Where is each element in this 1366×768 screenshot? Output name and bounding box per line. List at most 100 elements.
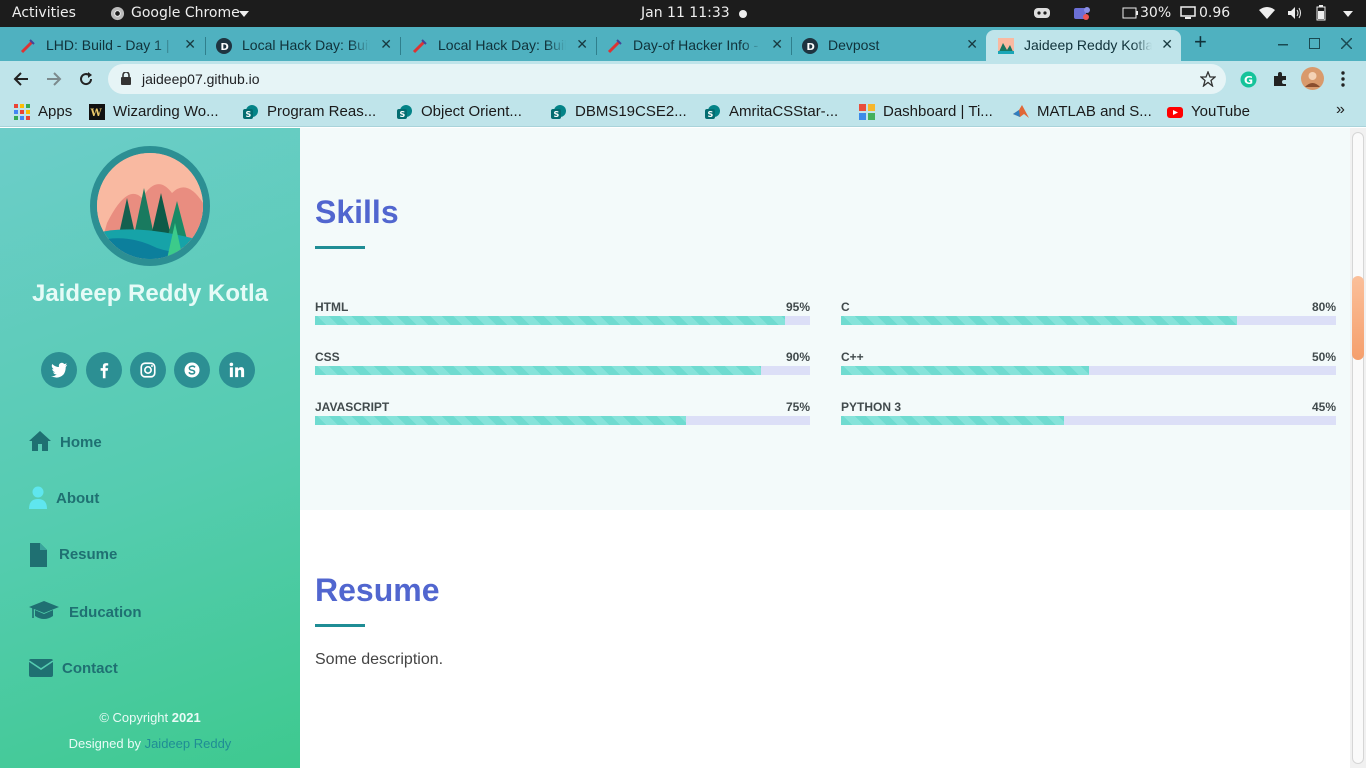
file-icon <box>30 543 47 567</box>
tab-lhd-build-day1[interactable]: LHD: Build - Day 1 | M ✕ <box>8 30 204 61</box>
svg-text:S: S <box>708 110 714 119</box>
page-scrollbar[interactable] <box>1350 128 1366 768</box>
tab-title: Day-of Hacker Info - <box>633 37 759 53</box>
system-menu-chevron-icon[interactable] <box>1343 11 1353 17</box>
skill-percent: 95% <box>785 300 810 314</box>
new-tab-button[interactable]: + <box>1194 29 1207 55</box>
skill-name: C++ <box>841 350 864 364</box>
tab-local-hack-day-2[interactable]: Local Hack Day: Build ✕ <box>400 30 596 61</box>
skype-icon <box>184 362 200 378</box>
facebook-link[interactable] <box>86 352 122 388</box>
notification-dot-icon <box>739 10 747 18</box>
close-tab-icon[interactable]: ✕ <box>576 36 588 53</box>
extensions-puzzle-icon[interactable] <box>1272 71 1288 87</box>
bookmark-label: AmritaCSStar-... <box>729 103 839 120</box>
svg-text:S: S <box>246 110 252 119</box>
app-menu[interactable]: Google Chrome <box>131 5 240 21</box>
bookmark-label: YouTube <box>1191 103 1250 120</box>
sharepoint-icon: S <box>397 105 412 119</box>
profile-name: Jaideep Reddy Kotla <box>31 280 269 307</box>
sharepoint-icon: S <box>705 105 720 119</box>
teams-icon[interactable] <box>1073 5 1091 21</box>
nav-label: About <box>56 490 100 507</box>
close-tab-icon[interactable]: ✕ <box>1161 36 1173 53</box>
skill-name: JAVASCRIPT <box>315 400 390 414</box>
resume-description: Some description. <box>315 651 444 668</box>
svg-text:W: W <box>90 108 103 119</box>
bookmarks-overflow-chevron-icon[interactable]: » <box>1336 101 1345 119</box>
envelope-icon <box>28 659 54 677</box>
maximize-icon[interactable] <box>1309 38 1320 49</box>
chrome-menu-icon[interactable] <box>1341 71 1345 87</box>
lhd-icon <box>20 39 35 54</box>
forward-arrow-icon[interactable] <box>46 71 62 87</box>
svg-text:S: S <box>400 110 406 119</box>
skill-track <box>315 316 810 325</box>
discord-icon[interactable] <box>1033 6 1051 20</box>
activities-button[interactable]: Activities <box>12 5 76 21</box>
tab-title: Local Hack Day: Build <box>438 37 566 53</box>
wifi-icon[interactable] <box>1259 6 1275 20</box>
tab-day-of-hacker-info[interactable]: Day-of Hacker Info - ✕ <box>595 30 791 61</box>
close-tab-icon[interactable]: ✕ <box>966 36 978 53</box>
copyright-year: 2021 <box>171 710 201 725</box>
tab-devpost[interactable]: D Devpost ✕ <box>790 30 986 61</box>
resume-section: Resume Some description. <box>300 510 1350 768</box>
address-bar[interactable]: jaideep07.github.io <box>108 64 1226 94</box>
battery-icon[interactable] <box>1316 5 1326 21</box>
instagram-link[interactable] <box>130 352 166 388</box>
browser-toolbar: jaideep07.github.io G <box>0 61 1366 97</box>
clock[interactable]: Jan 11 11:33 <box>641 5 730 21</box>
skills-section: Skills HTML 95% C 80% CSS 90% C++ 50% JAVASCRIPT… <box>300 128 1350 510</box>
twitter-link[interactable] <box>41 352 77 388</box>
skill-bar: JAVASCRIPT 75% <box>315 400 810 440</box>
skype-link[interactable] <box>174 352 210 388</box>
url-text[interactable]: jaideep07.github.io <box>142 71 260 87</box>
chrome-icon <box>110 6 125 21</box>
lock-icon[interactable] <box>121 72 131 85</box>
volume-icon[interactable] <box>1287 5 1303 21</box>
skill-percent: 90% <box>785 350 810 364</box>
tab-local-hack-day-1[interactable]: D Local Hack Day: Build ✕ <box>204 30 400 61</box>
skill-percent: 45% <box>1311 400 1336 414</box>
back-arrow-icon[interactable] <box>13 71 29 87</box>
devpost-icon: D <box>216 38 232 54</box>
close-tab-icon[interactable]: ✕ <box>380 36 392 53</box>
skill-name: HTML <box>315 300 349 314</box>
skill-fill <box>315 366 761 375</box>
skill-track <box>841 416 1336 425</box>
scrollbar-track[interactable] <box>1352 132 1364 764</box>
close-tab-icon[interactable]: ✕ <box>771 36 783 53</box>
sharepoint-icon: S <box>551 105 566 119</box>
system-top-bar: Activities Google Chrome Jan 11 11:33 30… <box>0 0 1366 27</box>
linkedin-link[interactable] <box>219 352 255 388</box>
skill-bar: HTML 95% <box>315 300 810 340</box>
close-window-icon[interactable] <box>1341 38 1352 49</box>
svg-text:S: S <box>554 110 560 119</box>
reload-icon[interactable] <box>78 71 94 87</box>
system-load: 0.96 <box>1199 5 1231 21</box>
skill-fill <box>315 316 786 325</box>
scrollbar-thumb[interactable] <box>1352 276 1364 360</box>
bookmark-star-icon[interactable] <box>1200 71 1216 87</box>
profile-avatar-icon[interactable] <box>1301 67 1324 90</box>
profile-image <box>90 146 210 266</box>
facebook-icon <box>100 363 109 379</box>
designer-link[interactable]: Jaideep Reddy <box>145 736 232 751</box>
bookmark-label: DBMS19CSE2... <box>575 103 687 120</box>
bookmarks-bar: Apps W Wizarding Wo... S Program Reas...… <box>0 97 1366 127</box>
bookmark-label: Apps <box>38 103 73 120</box>
apps-grid-icon <box>14 104 30 120</box>
close-tab-icon[interactable]: ✕ <box>184 36 196 53</box>
svg-text:G: G <box>1244 74 1253 87</box>
chevron-down-icon <box>239 11 249 17</box>
svg-text:D: D <box>807 42 815 53</box>
grammarly-icon[interactable]: G <box>1240 71 1257 88</box>
tab-jaideep-portfolio[interactable]: Jaideep Reddy Kotla ✕ <box>986 30 1181 61</box>
skill-fill <box>315 416 687 425</box>
minimize-icon[interactable] <box>1278 44 1288 46</box>
twitter-icon <box>50 362 68 378</box>
wizarding-world-icon: W <box>89 104 105 120</box>
lhd-icon <box>412 39 427 54</box>
sidebar: Jaideep Reddy Kotla Home About Resume Ed… <box>0 128 300 768</box>
